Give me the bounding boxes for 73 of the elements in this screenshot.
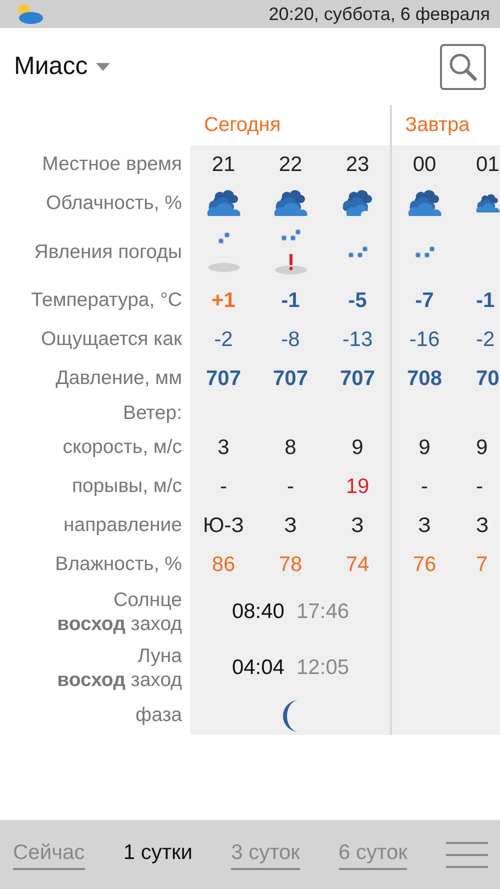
row-label: восход заход [57, 612, 182, 636]
set-time: 17:46 [296, 600, 350, 624]
table-cell: 01 [476, 152, 500, 176]
row-label: Влажность, % [55, 552, 182, 577]
row-label: Ощущается как [40, 327, 182, 352]
table-cell: 70 [476, 366, 500, 390]
menu-button[interactable] [446, 840, 488, 870]
table-cell: 23 [346, 152, 370, 176]
table-cell: 9 [476, 436, 488, 460]
table-cell: -5 [348, 288, 367, 312]
table-cell: 74 [346, 552, 370, 576]
row-label: порывы, м/с [72, 474, 182, 499]
table-cell: 22 [278, 152, 302, 176]
table-cell: -7 [415, 288, 434, 312]
table-cell: 708 [406, 366, 442, 390]
table-cell: Ю-З [203, 514, 244, 538]
table-cell: 21 [212, 152, 236, 176]
table-cell: З [418, 514, 431, 538]
rise-time: 04:04 [232, 656, 284, 680]
table-cell: - [421, 474, 428, 498]
search-icon [448, 52, 478, 82]
table-cell: 86 [212, 552, 236, 576]
row-label: Явления погоды [34, 240, 182, 264]
table-cell: 707 [206, 366, 242, 390]
row-label: Местное время [42, 152, 182, 177]
row-label: Температура, °C [31, 288, 182, 313]
table-cell: 76 [412, 552, 436, 576]
city-name[interactable]: Миасс [14, 52, 88, 81]
period-tab[interactable]: 3 суток [231, 839, 300, 870]
table-cell: 9 [352, 436, 364, 460]
period-tab[interactable]: 1 сутки [123, 839, 192, 870]
day-header: Сегодня [204, 114, 281, 136]
table-cell: -8 [281, 328, 300, 352]
table-cell: З [351, 514, 364, 538]
row-label: восход заход [57, 668, 182, 692]
table-cell: 78 [278, 552, 302, 576]
row-label: Давление, мм [56, 366, 182, 391]
row-label: скорость, м/с [62, 435, 182, 460]
row-label: Солнце [114, 588, 182, 612]
row-label: Облачность, % [46, 191, 182, 216]
table-cell: -1 [281, 288, 300, 312]
search-button[interactable] [440, 44, 486, 90]
menu-icon [446, 840, 488, 870]
rise-time: 08:40 [232, 600, 284, 624]
status-datetime: 20:20, суббота, 6 февраля [268, 4, 490, 24]
row-label: направление [63, 513, 182, 538]
table-cell: -2 [214, 328, 233, 352]
table-cell: 707 [272, 366, 308, 390]
table-cell: -16 [409, 328, 440, 352]
table-cell: З [476, 514, 489, 538]
table-cell: -2 [476, 328, 495, 352]
table-cell: 8 [284, 436, 296, 460]
set-time: 12:05 [296, 656, 350, 680]
row-label: фаза [136, 703, 182, 728]
day-header: Завтра [405, 114, 470, 136]
table-cell: З [284, 514, 297, 538]
table-cell: +1 [212, 288, 236, 312]
table-cell: 707 [340, 366, 376, 390]
period-tab[interactable]: 6 суток [338, 839, 408, 870]
table-cell: - [476, 474, 483, 498]
table-cell: 19 [346, 474, 370, 498]
row-label: Ветер: [122, 400, 182, 426]
table-cell: 3 [218, 436, 230, 460]
period-tab[interactable]: Сейчас [13, 839, 85, 870]
table-cell: 9 [418, 436, 430, 460]
table-cell: 00 [412, 152, 436, 176]
table-cell: - [220, 474, 227, 498]
table-cell: -13 [342, 328, 373, 352]
table-cell: -1 [476, 288, 495, 312]
row-label: Луна [138, 644, 182, 668]
caret-icon[interactable] [96, 62, 110, 70]
table-cell: - [287, 474, 294, 498]
table-cell: 7 [476, 552, 488, 576]
